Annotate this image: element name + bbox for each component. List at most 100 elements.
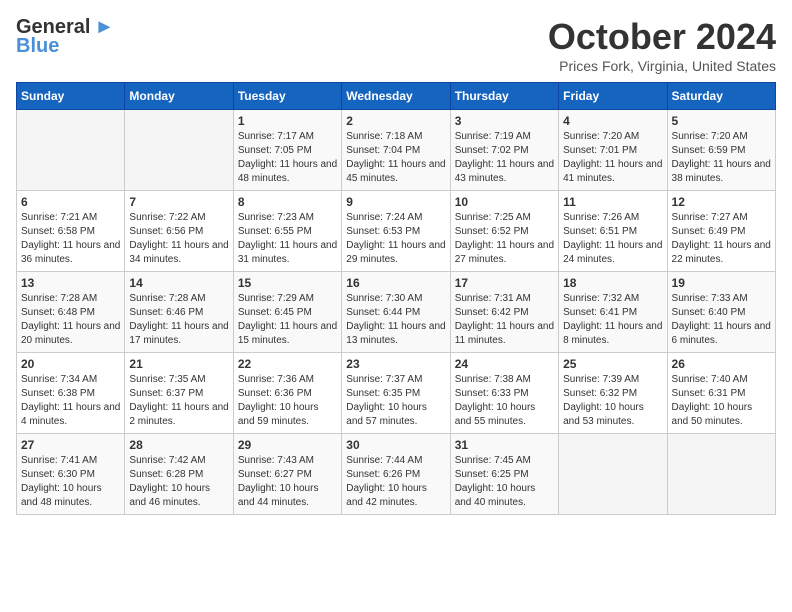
col-header-friday: Friday (559, 83, 667, 110)
calendar-cell: 4 Sunrise: 7:20 AM Sunset: 7:01 PM Daylig… (559, 110, 667, 191)
day-number: 4 (563, 114, 662, 128)
calendar-cell: 29Sunrise: 7:43 AM Sunset: 6:27 PM Dayli… (233, 434, 341, 515)
day-info: Sunrise: 7:18 AM Sunset: 7:04 PM Dayligh… (346, 130, 445, 186)
day-info: Sunrise: 7:40 AM Sunset: 6:31 PM Dayligh… (672, 373, 771, 429)
day-info: Sunrise: 7:45 AM Sunset: 6:25 PM Dayligh… (455, 454, 554, 510)
day-number: 26 (672, 357, 771, 371)
calendar-cell: 23 Sunrise: 7:37 AM Sunset: 6:35 PM Dayli… (342, 353, 450, 434)
calendar-cell: 3Sunrise: 7:19 AM Sunset: 7:02 PM Daylig… (450, 110, 558, 191)
day-info: Sunrise: 7:42 AM Sunset: 6:28 PM Dayligh… (129, 454, 228, 510)
day-info: Sunrise: 7:28 AM Sunset: 6:48 PM Dayligh… (21, 292, 120, 348)
calendar-cell: 11 Sunrise: 7:26 AM Sunset: 6:51 PM Dayli… (559, 191, 667, 272)
day-info: Sunrise: 7:29 AM Sunset: 6:45 PM Dayligh… (238, 292, 337, 348)
calendar-cell: 25 Sunrise: 7:39 AM Sunset: 6:32 PM Dayli… (559, 353, 667, 434)
calendar-cell: 14 Sunrise: 7:28 AM Sunset: 6:46 PM Dayli… (125, 272, 233, 353)
calendar-cell: 15 Sunrise: 7:29 AM Sunset: 6:45 PM Dayli… (233, 272, 341, 353)
day-number: 3 (455, 114, 554, 128)
col-header-monday: Monday (125, 83, 233, 110)
day-info: Sunrise: 7:33 AM Sunset: 6:40 PM Dayligh… (672, 292, 771, 348)
day-number: 24 (455, 357, 554, 371)
calendar-cell: 31Sunrise: 7:45 AM Sunset: 6:25 PM Dayli… (450, 434, 558, 515)
calendar-week-1: 1 Sunrise: 7:17 AM Sunset: 7:05 PM Daylig… (17, 110, 776, 191)
calendar-cell: 6Sunrise: 7:21 AM Sunset: 6:58 PM Daylig… (17, 191, 125, 272)
day-info: Sunrise: 7:43 AM Sunset: 6:27 PM Dayligh… (238, 454, 337, 510)
calendar-cell: 5 Sunrise: 7:20 AM Sunset: 6:59 PM Daylig… (667, 110, 775, 191)
day-info: Sunrise: 7:20 AM Sunset: 6:59 PM Dayligh… (672, 130, 771, 186)
day-number: 30 (346, 438, 445, 452)
day-number: 19 (672, 276, 771, 290)
title-block: October 2024 Prices Fork, Virginia, Unit… (548, 16, 776, 74)
day-number: 27 (21, 438, 120, 452)
day-info: Sunrise: 7:27 AM Sunset: 6:49 PM Dayligh… (672, 211, 771, 267)
day-info: Sunrise: 7:39 AM Sunset: 6:32 PM Dayligh… (563, 373, 662, 429)
day-number: 5 (672, 114, 771, 128)
calendar-cell: 12 Sunrise: 7:27 AM Sunset: 6:49 PM Dayli… (667, 191, 775, 272)
calendar-cell (667, 434, 775, 515)
day-number: 28 (129, 438, 228, 452)
calendar-cell: 1 Sunrise: 7:17 AM Sunset: 7:05 PM Daylig… (233, 110, 341, 191)
calendar-header-row: SundayMondayTuesdayWednesdayThursdayFrid… (17, 83, 776, 110)
day-number: 8 (238, 195, 337, 209)
col-header-tuesday: Tuesday (233, 83, 341, 110)
day-info: Sunrise: 7:32 AM Sunset: 6:41 PM Dayligh… (563, 292, 662, 348)
logo: General ► Blue (16, 16, 114, 58)
calendar-cell: 7 Sunrise: 7:22 AM Sunset: 6:56 PM Daylig… (125, 191, 233, 272)
day-number: 1 (238, 114, 337, 128)
day-info: Sunrise: 7:34 AM Sunset: 6:38 PM Dayligh… (21, 373, 120, 429)
day-number: 23 (346, 357, 445, 371)
col-header-saturday: Saturday (667, 83, 775, 110)
day-number: 18 (563, 276, 662, 290)
page-header: General ► Blue October 2024 Prices Fork,… (16, 16, 776, 74)
calendar-week-2: 6Sunrise: 7:21 AM Sunset: 6:58 PM Daylig… (17, 191, 776, 272)
day-info: Sunrise: 7:38 AM Sunset: 6:33 PM Dayligh… (455, 373, 554, 429)
col-header-wednesday: Wednesday (342, 83, 450, 110)
calendar-cell: 17Sunrise: 7:31 AM Sunset: 6:42 PM Dayli… (450, 272, 558, 353)
day-info: Sunrise: 7:26 AM Sunset: 6:51 PM Dayligh… (563, 211, 662, 267)
calendar-cell: 21Sunrise: 7:35 AM Sunset: 6:37 PM Dayli… (125, 353, 233, 434)
calendar-cell: 27Sunrise: 7:41 AM Sunset: 6:30 PM Dayli… (17, 434, 125, 515)
calendar-week-5: 27Sunrise: 7:41 AM Sunset: 6:30 PM Dayli… (17, 434, 776, 515)
calendar-cell: 10 Sunrise: 7:25 AM Sunset: 6:52 PM Dayli… (450, 191, 558, 272)
day-info: Sunrise: 7:22 AM Sunset: 6:56 PM Dayligh… (129, 211, 228, 267)
calendar-cell: 30 Sunrise: 7:44 AM Sunset: 6:26 PM Dayli… (342, 434, 450, 515)
calendar-cell: 19 Sunrise: 7:33 AM Sunset: 6:40 PM Dayli… (667, 272, 775, 353)
calendar-cell: 22Sunrise: 7:36 AM Sunset: 6:36 PM Dayli… (233, 353, 341, 434)
day-info: Sunrise: 7:20 AM Sunset: 7:01 PM Dayligh… (563, 130, 662, 186)
calendar-cell: 26 Sunrise: 7:40 AM Sunset: 6:31 PM Dayli… (667, 353, 775, 434)
day-info: Sunrise: 7:36 AM Sunset: 6:36 PM Dayligh… (238, 373, 337, 429)
day-number: 7 (129, 195, 228, 209)
calendar-cell (559, 434, 667, 515)
day-info: Sunrise: 7:37 AM Sunset: 6:35 PM Dayligh… (346, 373, 445, 429)
calendar-cell (125, 110, 233, 191)
month-title: October 2024 (548, 16, 776, 58)
day-info: Sunrise: 7:17 AM Sunset: 7:05 PM Dayligh… (238, 130, 337, 186)
day-number: 11 (563, 195, 662, 209)
day-number: 20 (21, 357, 120, 371)
calendar-table: SundayMondayTuesdayWednesdayThursdayFrid… (16, 82, 776, 515)
day-number: 15 (238, 276, 337, 290)
day-number: 2 (346, 114, 445, 128)
day-info: Sunrise: 7:30 AM Sunset: 6:44 PM Dayligh… (346, 292, 445, 348)
day-number: 16 (346, 276, 445, 290)
day-info: Sunrise: 7:25 AM Sunset: 6:52 PM Dayligh… (455, 211, 554, 267)
day-number: 10 (455, 195, 554, 209)
day-info: Sunrise: 7:24 AM Sunset: 6:53 PM Dayligh… (346, 211, 445, 267)
day-info: Sunrise: 7:31 AM Sunset: 6:42 PM Dayligh… (455, 292, 554, 348)
day-info: Sunrise: 7:35 AM Sunset: 6:37 PM Dayligh… (129, 373, 228, 429)
day-info: Sunrise: 7:28 AM Sunset: 6:46 PM Dayligh… (129, 292, 228, 348)
col-header-sunday: Sunday (17, 83, 125, 110)
calendar-cell: 18 Sunrise: 7:32 AM Sunset: 6:41 PM Dayli… (559, 272, 667, 353)
day-number: 14 (129, 276, 228, 290)
location-title: Prices Fork, Virginia, United States (548, 58, 776, 74)
col-header-thursday: Thursday (450, 83, 558, 110)
calendar-cell: 28 Sunrise: 7:42 AM Sunset: 6:28 PM Dayli… (125, 434, 233, 515)
day-number: 6 (21, 195, 120, 209)
calendar-cell: 16 Sunrise: 7:30 AM Sunset: 6:44 PM Dayli… (342, 272, 450, 353)
day-number: 9 (346, 195, 445, 209)
calendar-cell: 8 Sunrise: 7:23 AM Sunset: 6:55 PM Daylig… (233, 191, 341, 272)
calendar-cell (17, 110, 125, 191)
day-info: Sunrise: 7:44 AM Sunset: 6:26 PM Dayligh… (346, 454, 445, 510)
day-number: 12 (672, 195, 771, 209)
day-number: 25 (563, 357, 662, 371)
day-info: Sunrise: 7:23 AM Sunset: 6:55 PM Dayligh… (238, 211, 337, 267)
